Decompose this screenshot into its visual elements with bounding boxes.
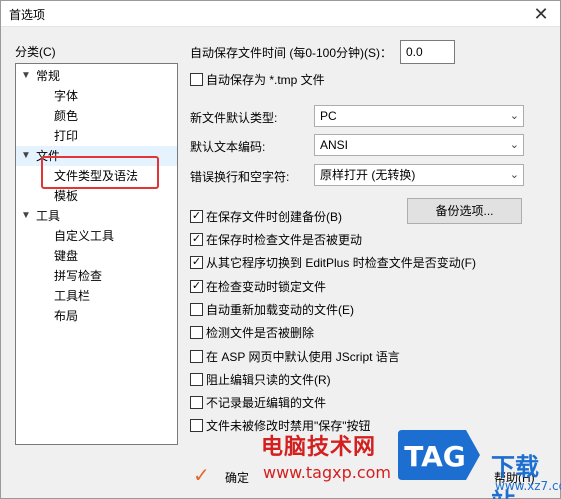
checkbox-box	[190, 303, 203, 316]
tree-item[interactable]: 工具栏	[16, 286, 177, 306]
option-label: 不记录最近编辑的文件	[206, 396, 327, 410]
tree-item-label: 字体	[54, 89, 79, 103]
line-break-select[interactable]: 原样打开 (无转换) ⌄	[314, 164, 524, 186]
title-bar: 首选项 ✕	[1, 1, 560, 27]
category-label: 分类(C)	[15, 45, 56, 59]
tree-item[interactable]: 文件类型及语法	[16, 166, 177, 186]
option-label: 在保存时检查文件是否被更动	[206, 233, 363, 247]
tag-logo: TAG	[398, 430, 480, 480]
default-encoding-value: ANSI	[320, 138, 349, 152]
watermark-site-name: 电脑技术网	[261, 435, 377, 460]
tree-item-label: 工具栏	[54, 289, 91, 303]
default-encoding-select[interactable]: ANSI ⌄	[314, 134, 524, 156]
tree-item-label: 文件	[36, 149, 61, 163]
expand-arrow-icon[interactable]: ▼	[20, 66, 32, 86]
new-file-type-select[interactable]: PC ⌄	[314, 105, 524, 127]
checkbox-box	[190, 326, 203, 339]
checkmark-icon: ✓	[190, 210, 203, 223]
checkmark-icon: ✓	[193, 465, 210, 487]
backup-options-button[interactable]: 备份选项...	[407, 198, 522, 224]
checkbox-box	[190, 419, 203, 432]
tree-item[interactable]: 模板	[16, 186, 177, 206]
checkmark-icon: ✓	[190, 256, 203, 269]
tree-item-label: 自定义工具	[54, 229, 115, 243]
new-file-type-label: 新文件默认类型:	[190, 111, 278, 125]
tree-item[interactable]: ▼ 文件	[16, 146, 177, 166]
ok-button[interactable]: 确定	[225, 469, 249, 486]
category-tree[interactable]: ▼ 常规字体颜色打印 ▼ 文件文件类型及语法 模板 ▼ 工具自定义工具键盘拼写检查工具栏布局	[15, 63, 178, 445]
checkbox-label: 自动保存为 *.tmp 文件	[206, 73, 325, 87]
window-title: 首选项	[9, 8, 46, 22]
tag-logo-text: TAG	[404, 440, 466, 473]
checkbox-box	[190, 373, 203, 386]
autosave-interval-input[interactable]	[400, 40, 455, 64]
checkbox-box	[190, 73, 203, 86]
tree-item-label: 模板	[54, 189, 79, 203]
tree-item-label: 常规	[36, 69, 61, 83]
chevron-down-icon: ⌄	[509, 169, 519, 181]
option-label: 在 ASP 网页中默认使用 JScript 语言	[206, 350, 400, 364]
chevron-down-icon: ⌄	[509, 110, 519, 122]
chevron-down-icon: ⌄	[509, 139, 519, 151]
preferences-dialog: 首选项 ✕ 分类(C) ▼ 常规字体颜色打印 ▼ 文件文件类型及语法 模板 ▼ 工具自定义工…	[0, 0, 561, 499]
watermark-site-url: www.tagxp.com	[263, 463, 391, 482]
new-file-type-value: PC	[320, 109, 337, 123]
expand-arrow-icon[interactable]: ▼	[20, 146, 32, 166]
checkbox-box	[190, 396, 203, 409]
tree-item[interactable]: 字体	[16, 86, 177, 106]
line-break-value: 原样打开 (无转换)	[320, 168, 416, 182]
expand-arrow-icon[interactable]: ▼	[20, 206, 32, 226]
tree-item-label: 布局	[54, 309, 79, 323]
checkmark-icon: ✓	[190, 280, 203, 293]
tree-item-label: 拼写检查	[54, 269, 103, 283]
option-label: 检测文件是否被删除	[206, 326, 315, 340]
autosave-label: 自动保存文件时间 (每0-100分钟)(S)：	[190, 46, 393, 60]
tree-item-label: 工具	[36, 209, 61, 223]
option-label: 在保存文件时创建备份(B)	[206, 210, 342, 224]
tree-item-label: 打印	[54, 129, 79, 143]
line-break-label: 错误换行和空字符:	[190, 170, 290, 184]
tree-item[interactable]: ▼ 常规	[16, 66, 177, 86]
option-label: 在检查变动时锁定文件	[206, 280, 327, 294]
tree-item[interactable]: 键盘	[16, 246, 177, 266]
checkbox-box	[190, 350, 203, 363]
tree-item[interactable]: 拼写检查	[16, 266, 177, 286]
option-label: 阻止编辑只读的文件(R)	[206, 373, 331, 387]
default-encoding-label: 默认文本编码:	[190, 140, 266, 154]
tree-item[interactable]: 布局	[16, 306, 177, 326]
tree-item[interactable]: 颜色	[16, 106, 177, 126]
watermark-brand-url: www.xz7.com	[495, 479, 561, 493]
tree-item[interactable]: 打印	[16, 126, 177, 146]
tree-item-label: 颜色	[54, 109, 79, 123]
option-label: 自动重新加载变动的文件(E)	[206, 303, 354, 317]
tree-item[interactable]: ▼ 工具	[16, 206, 177, 226]
option-label: 从其它程序切换到 EditPlus 时检查文件是否变动(F)	[206, 256, 477, 270]
close-icon[interactable]: ✕	[530, 4, 552, 24]
checkmark-icon: ✓	[190, 233, 203, 246]
tree-item[interactable]: 自定义工具	[16, 226, 177, 246]
tree-item-label: 键盘	[54, 249, 79, 263]
tree-item-label: 文件类型及语法	[54, 169, 139, 183]
